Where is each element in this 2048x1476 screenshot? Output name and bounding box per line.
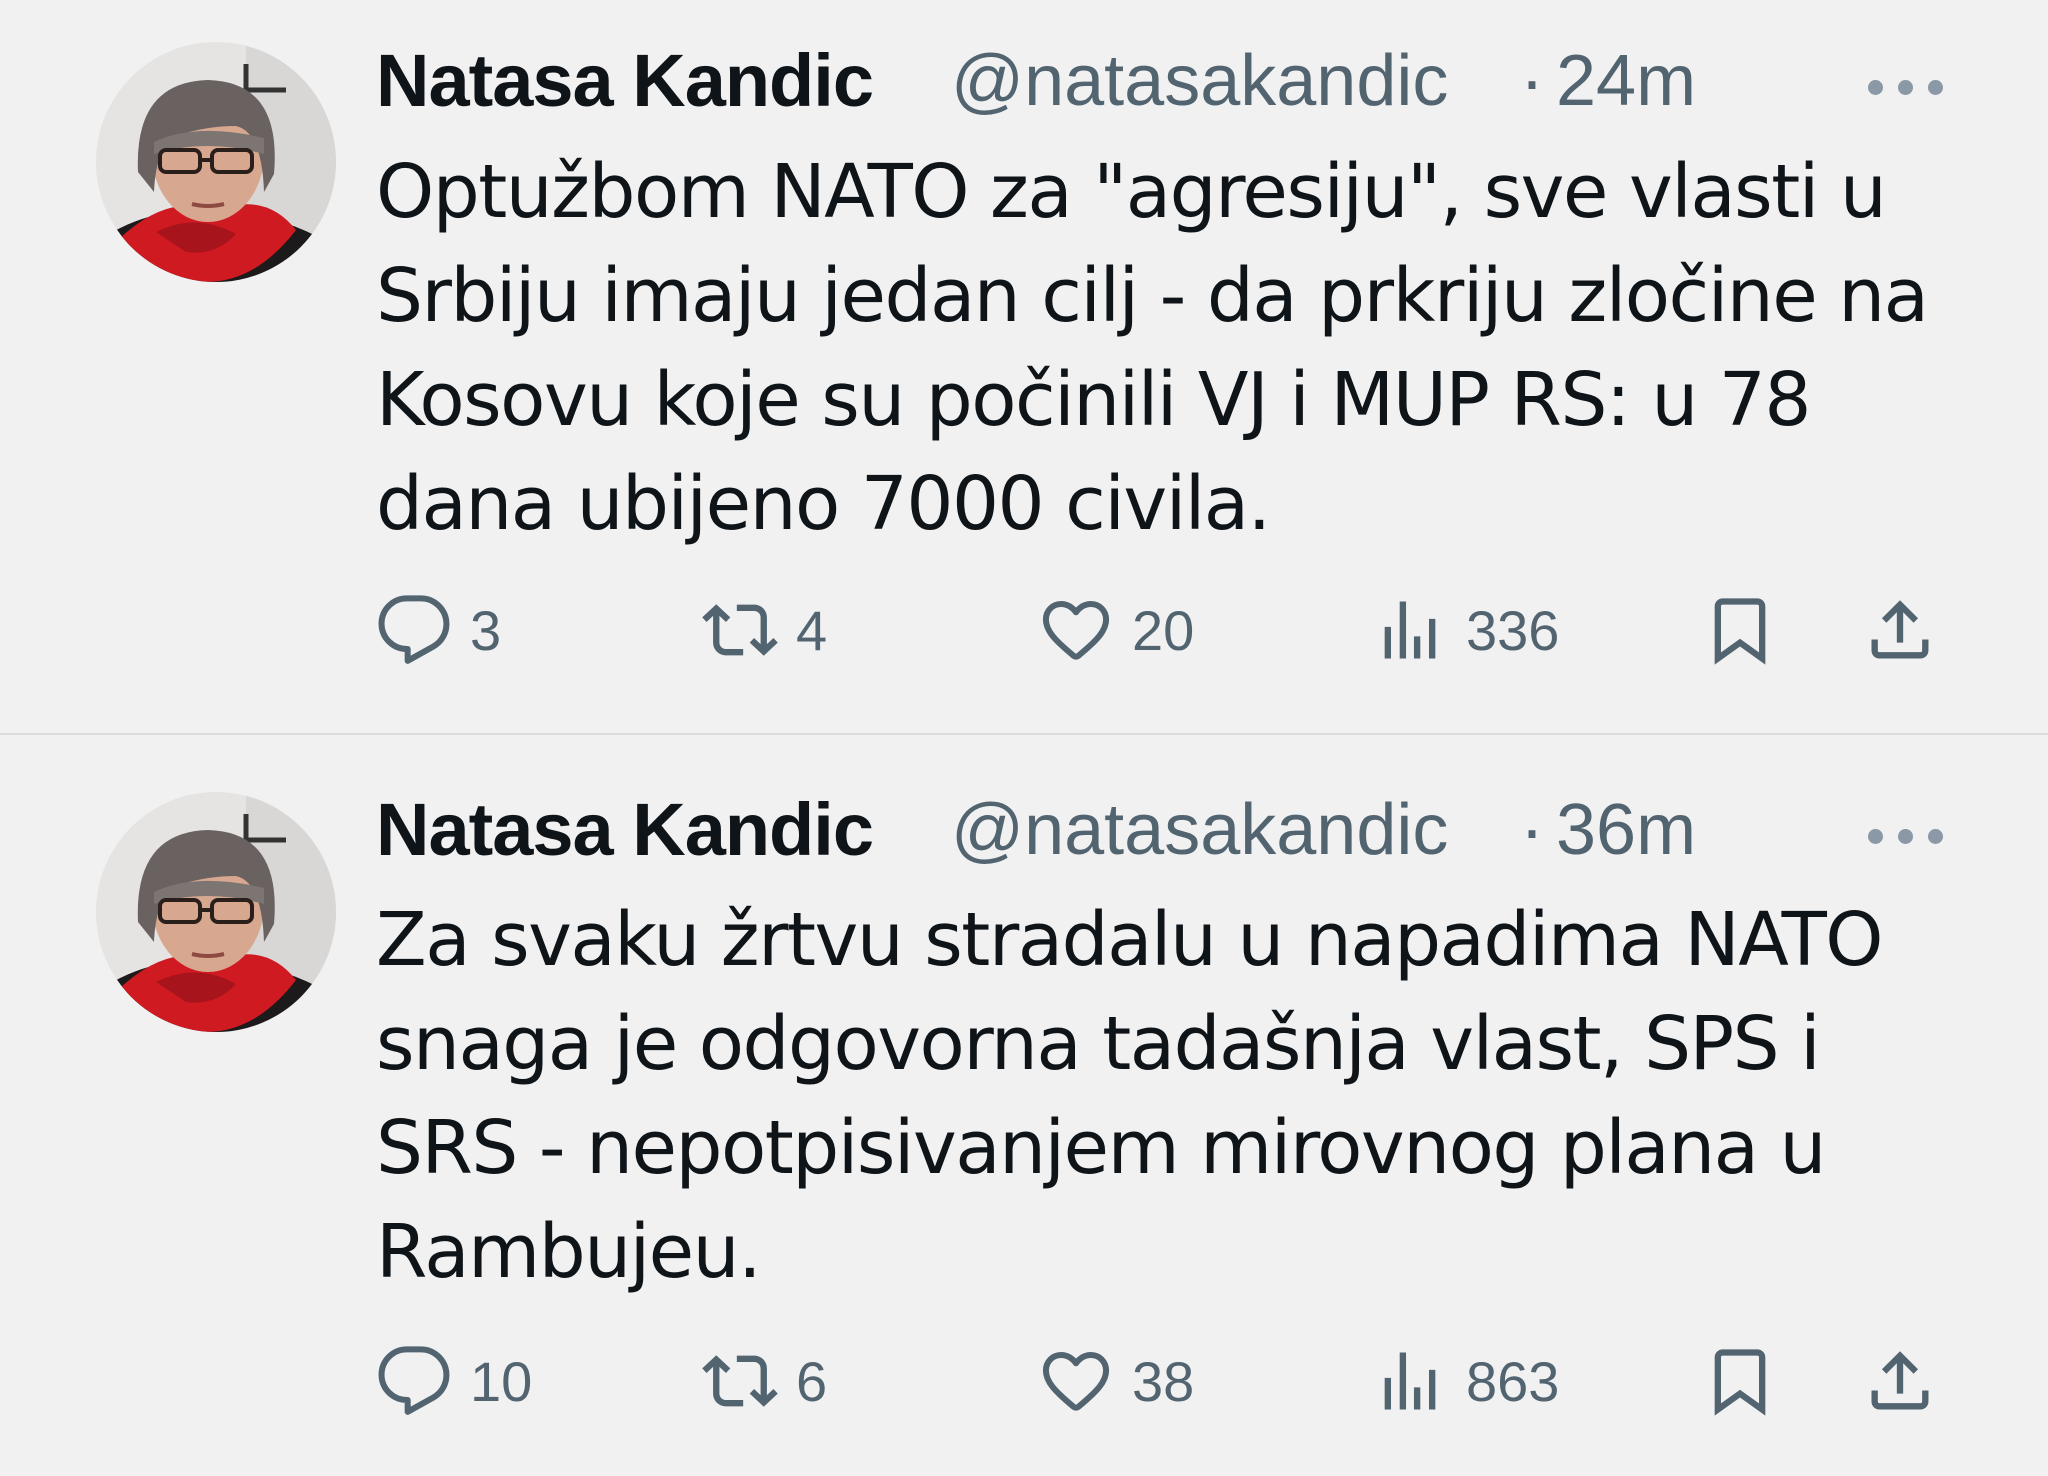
like-icon [1042, 601, 1110, 660]
share-icon [1871, 600, 1929, 659]
tweet-text-line: SRS - nepotpisivanjem mirovnog plana u [376, 1105, 1826, 1191]
retweet-button[interactable]: 4 [702, 580, 827, 680]
action-bar: 10 6 38 863 [376, 1331, 1976, 1431]
tweet-feed: Natasa Kandic @natasakandic · 24m Optužb… [0, 0, 2048, 1476]
tweet-text-line: Optužbom NATO za "agresiju", sve vlasti … [376, 149, 1887, 235]
bookmark-icon [1714, 1349, 1766, 1416]
views-icon [1384, 601, 1436, 659]
reply-icon [378, 1346, 450, 1415]
views-icon [1384, 1352, 1436, 1410]
views-count: 863 [1466, 1349, 1560, 1413]
like-button[interactable]: 38 [1038, 1331, 1194, 1431]
share-icon [1871, 1351, 1929, 1410]
tweet-text: Optužbom NATO za "agresiju", sve vlasti … [376, 140, 1976, 556]
bookmark-icon [1714, 598, 1766, 665]
tweet[interactable]: Natasa Kandic @natasakandic · 36m Za sva… [0, 737, 2048, 1474]
author-handle[interactable]: @natasakandic [951, 40, 1448, 122]
retweet-icon [702, 1355, 778, 1407]
timestamp[interactable]: 24m [1556, 40, 1696, 122]
bookmark-button[interactable] [1702, 580, 1778, 680]
tweet-text-line: Srbiju imaju jedan cilj - da prkriju zlo… [376, 253, 1929, 339]
retweet-count: 6 [796, 1349, 828, 1413]
separator-dot: · [1520, 790, 1544, 870]
avatar[interactable] [96, 42, 336, 282]
tweet-text-line: dana ubijeno 7000 civila. [376, 461, 1271, 547]
like-button[interactable]: 20 [1038, 580, 1194, 680]
views-button[interactable]: 336 [1372, 580, 1559, 680]
more-icon[interactable] [1868, 829, 1948, 849]
like-icon [1042, 1352, 1110, 1411]
reply-button[interactable]: 3 [376, 580, 501, 680]
retweet-button[interactable]: 6 [702, 1331, 827, 1431]
views-button[interactable]: 863 [1372, 1331, 1559, 1431]
like-count: 20 [1132, 598, 1195, 662]
separator-dot: · [1520, 41, 1544, 121]
reply-count: 10 [470, 1349, 533, 1413]
avatar[interactable] [96, 792, 336, 1032]
author-handle[interactable]: @natasakandic [951, 789, 1448, 871]
tweet-text: Za svaku žrtvu stradalu u napadima NATO … [376, 888, 1976, 1304]
reply-button[interactable]: 10 [376, 1331, 532, 1431]
retweet-icon [702, 604, 778, 656]
tweet-header: Natasa Kandic @natasakandic · 24m [376, 28, 1956, 128]
views-count: 336 [1466, 598, 1560, 662]
tweet-text-line: snaga je odgovorna tadašnja vlast, SPS i [376, 1001, 1821, 1087]
tweet-text-line: Za svaku žrtvu stradalu u napadima NATO [376, 897, 1884, 983]
more-icon[interactable] [1868, 80, 1948, 100]
bookmark-button[interactable] [1702, 1331, 1778, 1431]
author-name[interactable]: Natasa Kandic [376, 38, 874, 123]
retweet-count: 4 [796, 598, 828, 662]
author-name[interactable]: Natasa Kandic [376, 787, 874, 872]
avatar-photo [96, 792, 336, 1032]
tweet-text-line: Rambujeu. [376, 1209, 762, 1295]
avatar-photo [96, 42, 336, 282]
reply-count: 3 [470, 598, 502, 662]
tweet-divider [0, 733, 2048, 735]
like-count: 38 [1132, 1349, 1195, 1413]
action-bar: 3 4 20 336 [376, 580, 1976, 680]
reply-icon [378, 595, 450, 664]
share-button[interactable] [1862, 580, 1938, 680]
tweet-text-line: Kosovu koje su počinili VJ i MUP RS: u 7… [376, 357, 1811, 443]
tweet-header: Natasa Kandic @natasakandic · 36m [376, 777, 1956, 877]
share-button[interactable] [1862, 1331, 1938, 1431]
tweet[interactable]: Natasa Kandic @natasakandic · 24m Optužb… [0, 0, 2048, 737]
timestamp[interactable]: 36m [1556, 789, 1696, 871]
